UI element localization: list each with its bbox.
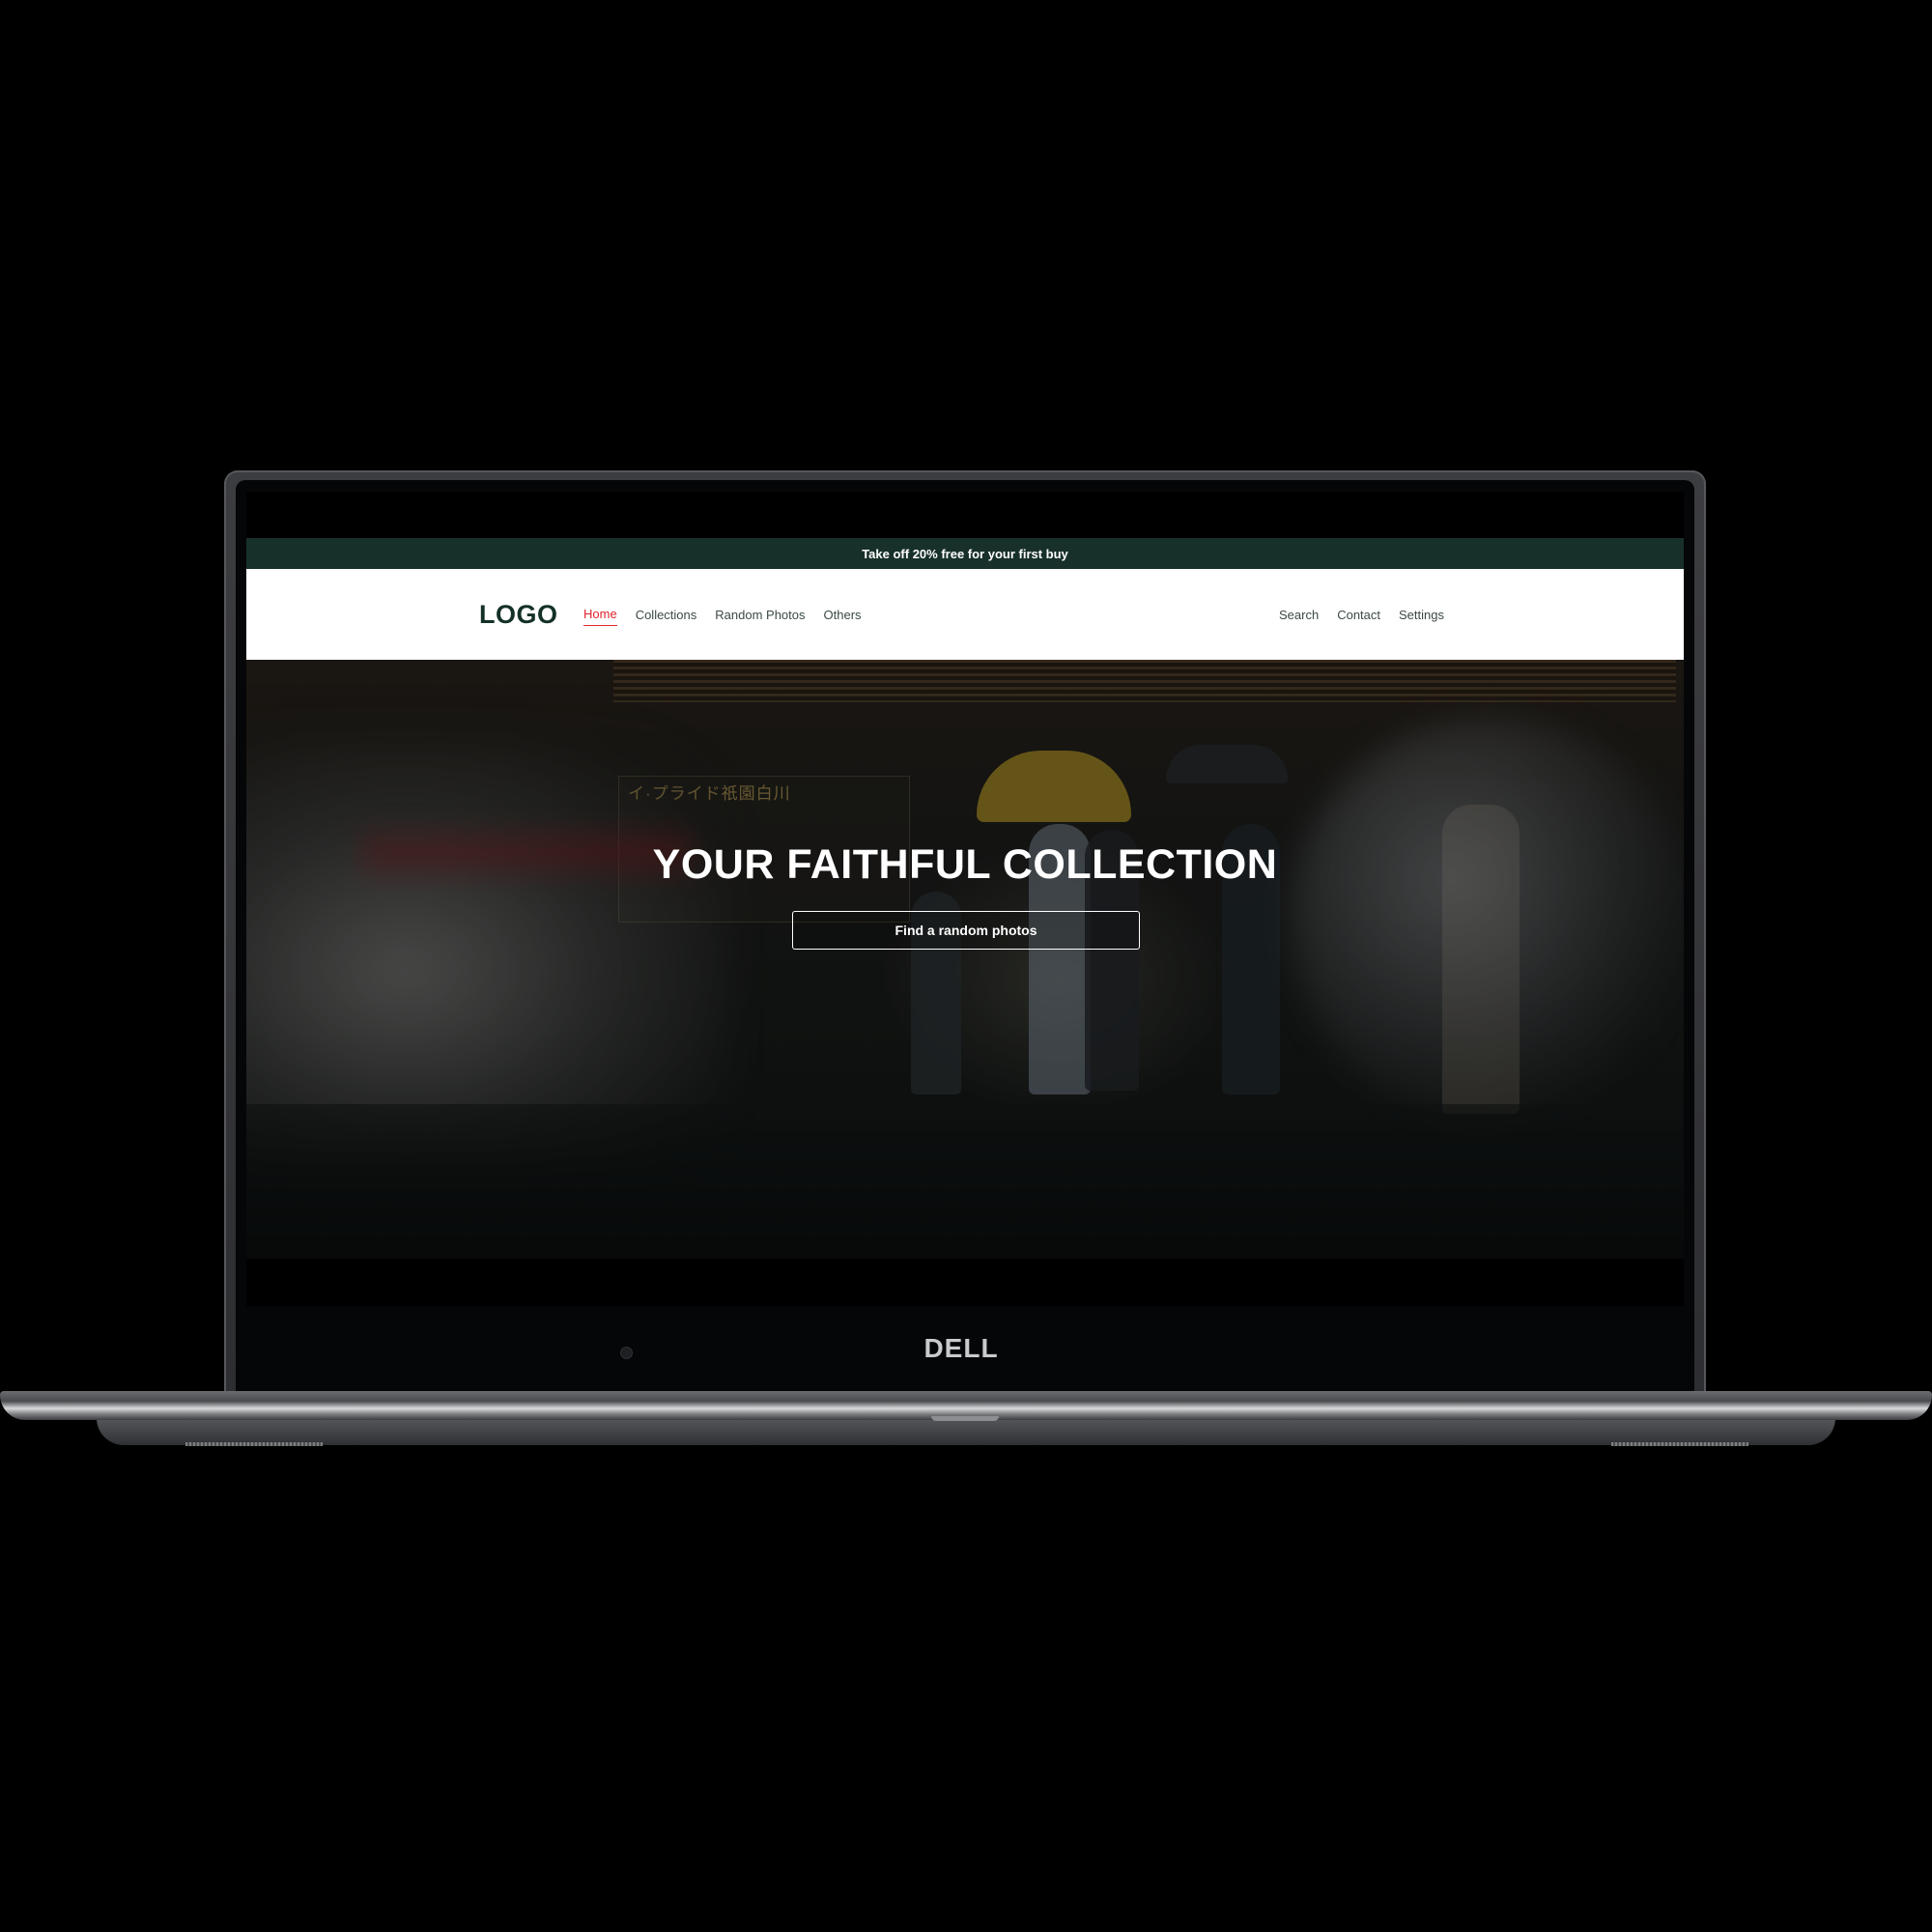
nav-link-search[interactable]: Search — [1279, 604, 1319, 626]
hero-title: YOUR FAITHFUL COLLECTION — [652, 841, 1278, 888]
device-brand-logo: DELL — [923, 1333, 999, 1363]
nav-link-random-photos[interactable]: Random Photos — [715, 604, 805, 626]
hero-overlay — [246, 660, 1684, 1259]
laptop-screen: Take off 20% free for your first buy LOG… — [246, 492, 1684, 1306]
nav-link-settings[interactable]: Settings — [1399, 604, 1444, 626]
laptop-base-underside — [97, 1418, 1835, 1445]
primary-nav-links: Home Collections Random Photos Others — [583, 569, 862, 660]
top-navigation: LOGO Home Collections Random Photos Othe… — [246, 569, 1684, 660]
nav-link-home[interactable]: Home — [583, 603, 617, 626]
speaker-grille-right — [1611, 1442, 1748, 1446]
webcam-icon — [620, 1347, 633, 1359]
nav-link-contact[interactable]: Contact — [1337, 604, 1380, 626]
random-photos-button[interactable]: Find a random photos — [792, 911, 1140, 950]
nav-link-others[interactable]: Others — [824, 604, 862, 626]
nav-link-collections[interactable]: Collections — [636, 604, 697, 626]
hero-section: イ·プライド祇園白川 YOUR FAITHFUL COLLECTION Find… — [246, 660, 1684, 1259]
speaker-grille-left — [185, 1442, 323, 1446]
laptop-lid-notch — [931, 1416, 999, 1421]
promo-banner: Take off 20% free for your first buy — [246, 538, 1684, 569]
site-logo[interactable]: LOGO — [479, 569, 558, 660]
promo-text: Take off 20% free for your first buy — [862, 546, 1068, 561]
secondary-nav-links: Search Contact Settings — [1279, 569, 1444, 660]
